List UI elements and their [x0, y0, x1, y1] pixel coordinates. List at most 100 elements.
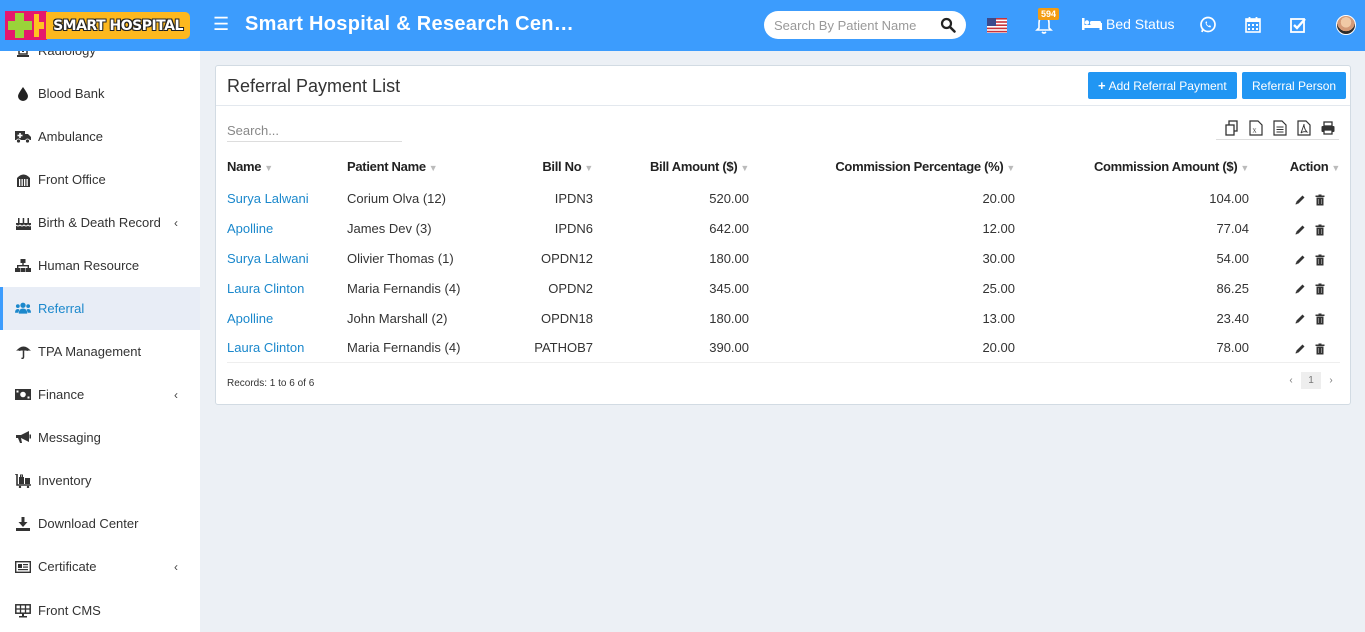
- referral-name-link[interactable]: Laura Clinton: [227, 340, 304, 355]
- sort-icon: ▼: [1240, 162, 1249, 173]
- download-icon: [15, 516, 31, 532]
- sidebar-item-tpa-management[interactable]: TPA Management: [0, 330, 200, 373]
- cell-bill-no: OPDN12: [540, 250, 593, 266]
- sort-icon: ▼: [584, 162, 593, 173]
- edit-pencil-icon[interactable]: [1294, 224, 1306, 236]
- referral-name-link[interactable]: Apolline: [227, 311, 273, 326]
- delete-trash-icon[interactable]: [1314, 224, 1326, 236]
- sort-icon: ▼: [428, 162, 438, 173]
- cell-action: [1249, 214, 1340, 244]
- referral-name-link[interactable]: Surya Lalwani: [227, 251, 309, 266]
- cell-commission-amount: 77.04: [1216, 221, 1249, 237]
- cell-commission-amount: 78.00: [1015, 332, 1249, 364]
- cell-commission-percentage: 25.00: [982, 280, 1015, 296]
- column-header-commission-amount[interactable]: Commission Amount ($) ▼: [1015, 148, 1249, 184]
- blood-drop-icon: [15, 86, 31, 102]
- whatsapp-icon[interactable]: [1199, 16, 1217, 34]
- referral-person-button[interactable]: Referral Person: [1242, 72, 1347, 99]
- referral-name-link[interactable]: Apolline: [227, 221, 273, 236]
- sidebar-item-inventory[interactable]: Inventory: [0, 459, 200, 502]
- logo[interactable]: SMART HOSPITAL: [5, 11, 190, 40]
- task-checkbox-icon[interactable]: [1289, 16, 1307, 34]
- edit-pencil-icon[interactable]: [1294, 313, 1306, 325]
- menu-toggle-icon[interactable]: ☰: [213, 14, 229, 35]
- cell-commission-amount: 104.00: [1209, 191, 1249, 207]
- sidebar-item-referral[interactable]: Referral: [0, 287, 200, 330]
- sidebar-item-birth-death-record[interactable]: Birth & Death Record ‹: [0, 201, 200, 244]
- column-header-commission-percentage[interactable]: Commission Percentage (%) ▼: [749, 148, 1015, 184]
- column-header-bill-amount[interactable]: Bill Amount ($) ▼: [593, 148, 749, 184]
- table-search-input[interactable]: [227, 120, 402, 142]
- edit-pencil-icon[interactable]: [1294, 343, 1306, 355]
- patient-search-input[interactable]: [774, 16, 934, 34]
- excel-icon[interactable]: x: [1249, 120, 1263, 136]
- luggage-cart-icon: [15, 473, 31, 489]
- cell-referral-name: Apolline: [227, 303, 347, 333]
- referral-name-link[interactable]: Laura Clinton: [227, 281, 304, 296]
- cell-commission-amount: 86.25: [1216, 280, 1249, 296]
- delete-trash-icon[interactable]: [1314, 194, 1326, 206]
- edit-pencil-icon[interactable]: [1294, 194, 1306, 206]
- next-page-button[interactable]: ›: [1321, 375, 1341, 386]
- sidebar-item-radiology[interactable]: Radiology: [0, 51, 200, 72]
- print-icon[interactable]: [1321, 120, 1335, 136]
- delete-trash-icon[interactable]: [1314, 254, 1326, 266]
- csv-icon[interactable]: [1273, 120, 1287, 136]
- sidebar-item-front-cms[interactable]: Front CMS: [0, 589, 200, 632]
- page-1-button[interactable]: 1: [1301, 372, 1321, 389]
- add-referral-payment-button[interactable]: + Add Referral Payment: [1088, 72, 1237, 99]
- cell-action: [1249, 273, 1340, 303]
- table-row: Apolline John Marshall (2) OPDN18 180.00 13.…: [227, 303, 1340, 333]
- edit-pencil-icon[interactable]: [1294, 283, 1306, 295]
- cell-bill-no: PATHOB7: [497, 332, 593, 364]
- calendar-icon[interactable]: [1244, 16, 1262, 34]
- cell-action: [1249, 303, 1340, 333]
- export-toolbar: x: [1216, 118, 1339, 140]
- search-icon[interactable]: [940, 17, 956, 33]
- us-flag-icon[interactable]: [987, 18, 1007, 33]
- logo-text: SMART HOSPITAL: [53, 17, 183, 34]
- chevron-left-icon: ‹: [174, 215, 178, 230]
- cell-commission-percentage: 30.00: [982, 250, 1015, 266]
- delete-trash-icon[interactable]: [1314, 343, 1326, 355]
- top-navbar: SMART HOSPITAL ☰ Smart Hospital & Resear…: [0, 0, 1365, 51]
- sidebar-item-ambulance[interactable]: Ambulance: [0, 115, 200, 158]
- copy-icon[interactable]: [1225, 120, 1239, 136]
- user-avatar[interactable]: [1336, 15, 1356, 35]
- sidebar-item-certificate[interactable]: Certificate ‹: [0, 545, 200, 588]
- solar-panel-icon: [15, 603, 31, 619]
- column-header-name[interactable]: Name ▼: [227, 148, 347, 184]
- sidebar-item-front-office[interactable]: Front Office: [0, 158, 200, 201]
- sidebar-item-download-center[interactable]: Download Center: [0, 502, 200, 545]
- cell-patient-name: Olivier Thomas (1): [347, 250, 454, 266]
- table-row: Laura Clinton Maria Fernandis (4) PATHOB7 3…: [227, 332, 1340, 364]
- pdf-icon[interactable]: [1297, 120, 1311, 136]
- bed-status-button[interactable]: Bed Status: [1082, 16, 1175, 32]
- sidebar-item-finance[interactable]: Finance ‹: [0, 373, 200, 416]
- cell-commission-amount: 23.40: [1216, 310, 1249, 326]
- delete-trash-icon[interactable]: [1314, 313, 1326, 325]
- cell-action: [1249, 244, 1340, 274]
- certificate-icon: [15, 559, 31, 575]
- sort-icon: ▼: [740, 162, 749, 173]
- cell-bill-amount: 390.00: [593, 332, 749, 364]
- edit-pencil-icon[interactable]: [1294, 254, 1306, 266]
- referral-name-link[interactable]: Surya Lalwani: [227, 191, 309, 206]
- bed-icon: [1082, 18, 1102, 30]
- referral-payment-table: Name ▼ Patient Name ▼ Bill No ▼ Bill Amount…: [227, 148, 1341, 364]
- previous-page-button[interactable]: ‹: [1281, 375, 1301, 386]
- sidebar-item-blood-bank[interactable]: Blood Bank: [0, 72, 200, 115]
- cell-commission-percentage: 12.00: [982, 221, 1015, 237]
- sidebar-item-human-resource[interactable]: Human Resource: [0, 244, 200, 287]
- column-header-patient-name[interactable]: Patient Name ▼: [347, 148, 497, 184]
- chevron-left-icon: ‹: [174, 387, 178, 402]
- cell-referral-name: Laura Clinton: [227, 332, 347, 364]
- column-header-bill-no[interactable]: Bill No ▼: [497, 148, 593, 184]
- delete-trash-icon[interactable]: [1314, 283, 1326, 295]
- column-header-action[interactable]: Action ▼: [1249, 148, 1341, 184]
- sidebar-item-messaging[interactable]: Messaging: [0, 416, 200, 459]
- cell-bill-no: OPDN18: [540, 310, 593, 326]
- umbrella-icon: [15, 344, 31, 360]
- table-row: Surya Lalwani Corium Olva (12) IPDN3 520.00…: [227, 184, 1340, 214]
- sidebar: Radiology Blood Bank Ambulance Front Off…: [0, 51, 200, 632]
